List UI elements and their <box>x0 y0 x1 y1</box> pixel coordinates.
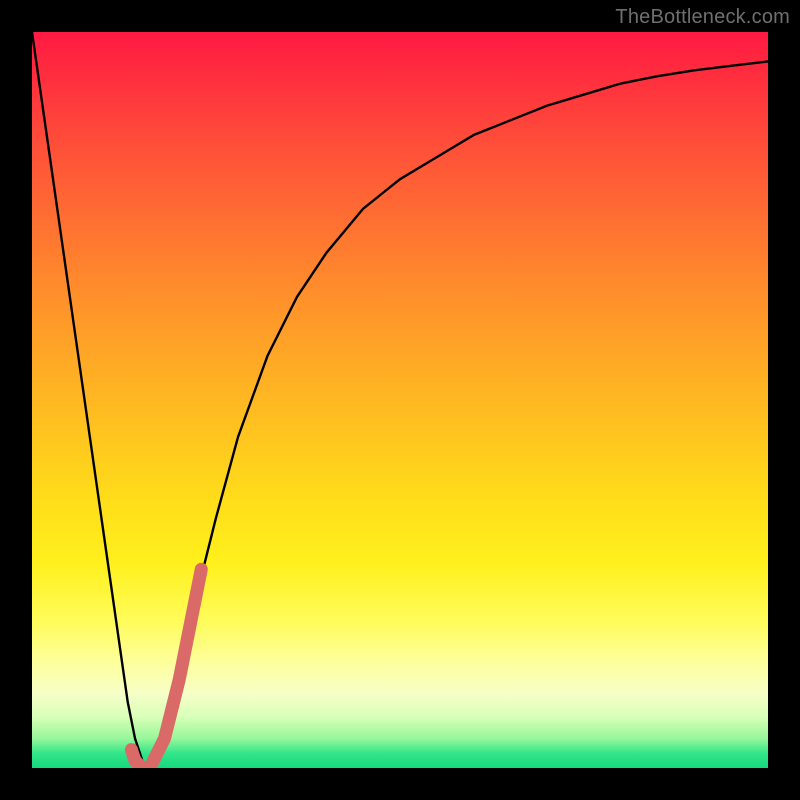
curve-layer <box>32 32 768 768</box>
highlight-segment <box>131 569 201 768</box>
bottleneck-curve <box>32 32 768 768</box>
plot-area <box>32 32 768 768</box>
chart-frame: TheBottleneck.com <box>0 0 800 800</box>
watermark-text: TheBottleneck.com <box>615 6 790 29</box>
